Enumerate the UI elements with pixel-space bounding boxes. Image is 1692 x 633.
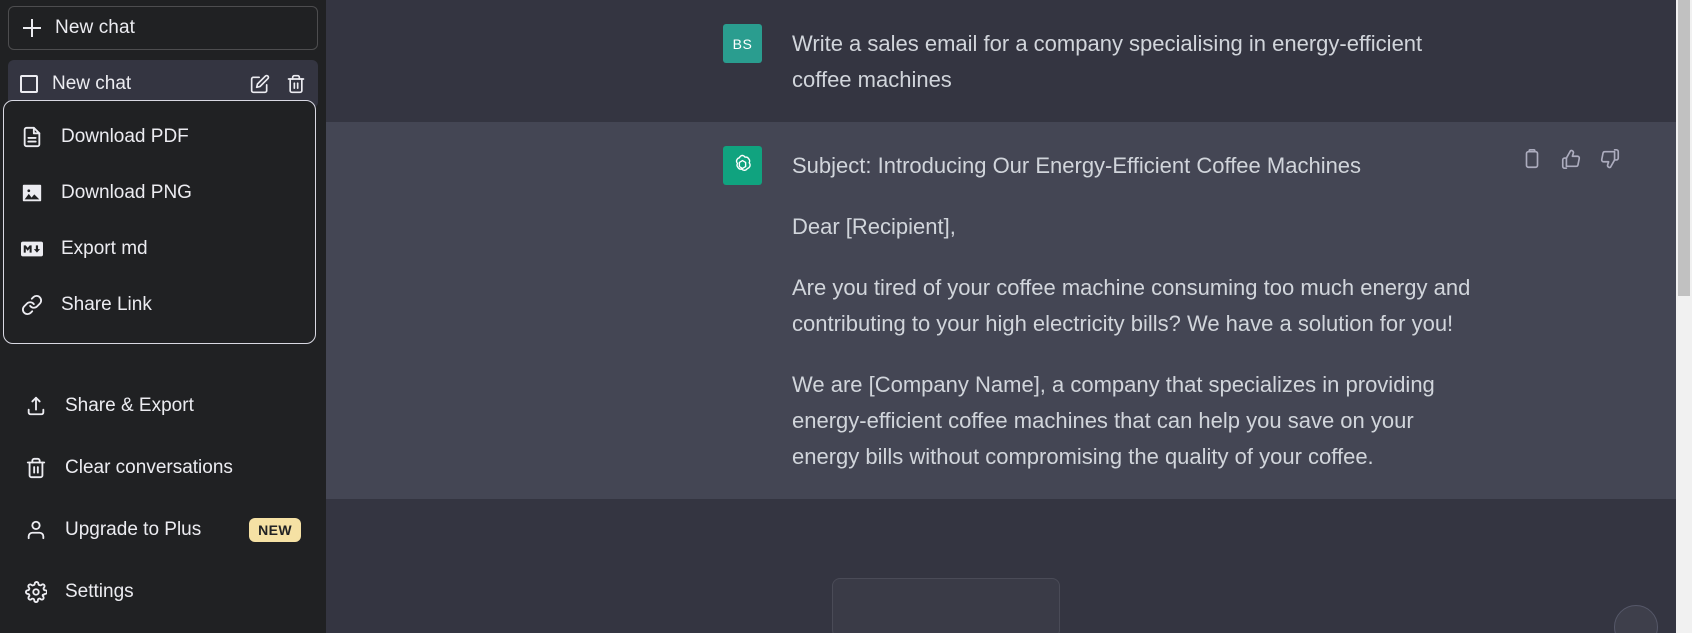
scrollbar-thumb[interactable]	[1678, 0, 1690, 296]
sidebar-item-share-export[interactable]: Share & Export	[8, 375, 318, 437]
menu-item-label: Share Link	[61, 294, 152, 315]
menu-item-label: Download PNG	[61, 182, 192, 203]
edit-icon[interactable]	[250, 74, 270, 94]
share-export-icon	[25, 395, 47, 417]
chat-history-item-title: New chat	[52, 73, 132, 94]
message-paragraph: Are you tired of your coffee machine con…	[792, 275, 1471, 336]
markdown-icon	[21, 240, 43, 258]
image-icon	[21, 182, 43, 204]
message-paragraph: We are [Company Name], a company that sp…	[792, 372, 1435, 469]
thumbs-down-icon[interactable]	[1599, 148, 1621, 170]
chatgpt-app: New chat New chat Download PDF Download …	[0, 0, 1692, 633]
message-user: BS Write a sales email for a company spe…	[326, 0, 1692, 122]
file-pdf-icon	[21, 126, 43, 148]
trash-icon[interactable]	[286, 74, 306, 94]
menu-item-share-link[interactable]: Share Link	[4, 277, 315, 333]
thumbs-up-icon[interactable]	[1560, 148, 1582, 170]
plus-icon	[23, 19, 41, 37]
copy-icon[interactable]	[1521, 148, 1543, 170]
menu-item-export-md[interactable]: Export md	[4, 221, 315, 277]
message-subject-line: Subject: Introducing Our Energy-Efficien…	[792, 153, 1362, 178]
export-menu-popup: Download PDF Download PNG Export md Shar…	[3, 100, 316, 344]
menu-item-download-png[interactable]: Download PNG	[4, 165, 315, 221]
sidebar-bottom-nav: Share & Export Clear conversations Upgra…	[8, 375, 318, 625]
link-icon	[21, 294, 43, 316]
user-icon	[25, 519, 47, 541]
message-body: Write a sales email for a company specia…	[792, 24, 1479, 98]
menu-item-label: Download PDF	[61, 126, 189, 147]
avatar-initials: BS	[732, 35, 753, 52]
trash-icon	[25, 457, 47, 479]
openai-logo-icon	[730, 152, 755, 180]
sidebar-item-label: Share & Export	[65, 395, 194, 416]
gear-icon	[25, 581, 47, 603]
message-body: Subject: Introducing Our Energy-Efficien…	[792, 146, 1479, 475]
new-chat-button[interactable]: New chat	[8, 6, 318, 50]
avatar-user: BS	[723, 24, 762, 63]
sidebar-item-label: Clear conversations	[65, 457, 233, 478]
message-action-buttons	[1521, 148, 1621, 170]
message-inner: Subject: Introducing Our Energy-Efficien…	[479, 122, 1620, 499]
sidebar-item-upgrade-to-plus[interactable]: Upgrade to Plus NEW	[8, 499, 318, 561]
new-badge: NEW	[249, 518, 301, 542]
sidebar-item-clear-conversations[interactable]: Clear conversations	[8, 437, 318, 499]
message-inner: BS Write a sales email for a company spe…	[479, 0, 1539, 122]
sidebar: New chat New chat Download PDF Download …	[0, 0, 326, 633]
window-scrollbar[interactable]	[1676, 0, 1692, 633]
menu-item-label: Export md	[61, 238, 148, 259]
regenerate-panel[interactable]	[832, 578, 1060, 633]
chat-item-actions	[250, 74, 306, 94]
chat-main: BS Write a sales email for a company spe…	[326, 0, 1692, 633]
sidebar-item-settings[interactable]: Settings	[8, 561, 318, 623]
menu-item-download-pdf[interactable]: Download PDF	[4, 109, 315, 165]
message-icon	[20, 75, 38, 93]
message-paragraph: Dear [Recipient],	[792, 214, 956, 239]
sidebar-item-label: Settings	[65, 581, 134, 602]
message-paragraph: Write a sales email for a company specia…	[792, 31, 1423, 92]
avatar-assistant	[723, 146, 762, 185]
scroll-to-bottom-button[interactable]	[1614, 605, 1658, 633]
sidebar-item-label: Upgrade to Plus	[65, 519, 202, 540]
new-chat-button-label: New chat	[55, 17, 136, 38]
message-assistant: Subject: Introducing Our Energy-Efficien…	[326, 122, 1692, 499]
